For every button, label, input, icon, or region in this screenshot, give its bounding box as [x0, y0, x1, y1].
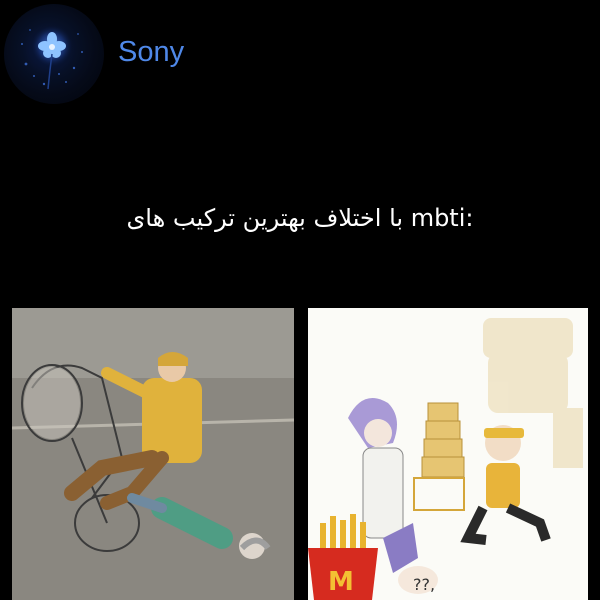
wheelie-motorcycle-comic[interactable] — [12, 308, 294, 600]
chef-kitchen-comic[interactable]: M ??, — [308, 308, 588, 600]
svg-text:M: M — [328, 567, 354, 597]
username[interactable]: Sony — [118, 36, 184, 69]
question-marks: ??, — [413, 575, 435, 594]
post-caption: با اختلاف بهترین ترکیب های mbti: — [126, 204, 474, 232]
glowing-flower-icon — [21, 24, 83, 90]
avatar[interactable] — [4, 4, 104, 104]
